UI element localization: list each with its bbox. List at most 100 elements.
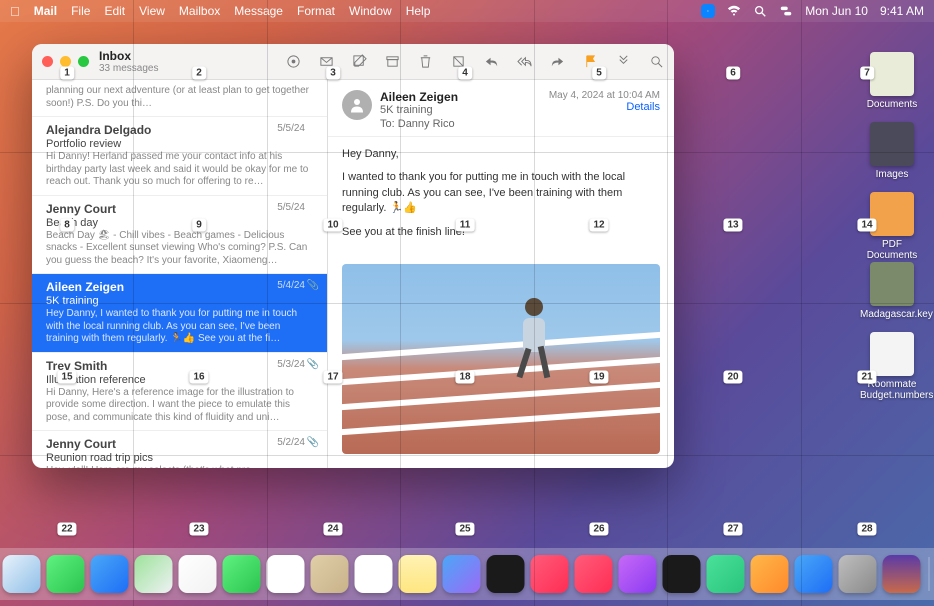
message-sender: Aileen Zeigen [46, 280, 315, 294]
dock-app-safari[interactable] [3, 555, 41, 593]
junk-icon[interactable] [451, 54, 466, 69]
message-row-preview: Beach Day 🏖 - Chill vibes - Beach games … [46, 230, 315, 268]
message-pane: May 4, 2024 at 10:04 AM Details Aileen Z… [328, 80, 674, 468]
message-row[interactable]: Jenny Court5/5/24Beach dayBeach Day 🏖 - … [32, 196, 327, 275]
dock-app-contacts[interactable] [311, 555, 349, 593]
dock-app-calendar[interactable] [267, 555, 305, 593]
desktop-item[interactable]: PDF Documents [860, 192, 924, 261]
trash-icon[interactable] [418, 54, 433, 69]
app-name[interactable]: Mail [34, 4, 57, 18]
message-details-link[interactable]: Details [549, 101, 660, 113]
message-row[interactable]: planning our next adventure (or at least… [32, 80, 327, 117]
menu-help[interactable]: Help [406, 4, 431, 18]
grid-label: 27 [723, 523, 742, 536]
to-label: To: [380, 118, 395, 130]
control-center-icon[interactable] [779, 4, 793, 18]
reply-all-icon[interactable] [517, 54, 532, 69]
spotlight-icon[interactable] [753, 4, 767, 18]
message-row-date: 5/4/24 [277, 280, 305, 291]
dock-app-maps[interactable] [135, 555, 173, 593]
menu-view[interactable]: View [139, 4, 165, 18]
message-row-subject: 5K training [46, 295, 315, 307]
desktop-item-label: Madagascar.key [860, 309, 924, 320]
message-row[interactable]: Aileen Zeigen5/4/24📎5K trainingHey Danny… [32, 274, 327, 353]
desktop-item[interactable]: Madagascar.key [860, 262, 924, 320]
dock-app-news[interactable] [575, 555, 613, 593]
more-icon[interactable] [616, 54, 631, 69]
dock-app-stocks[interactable] [663, 555, 701, 593]
message-row-date: 5/3/24 [277, 359, 305, 370]
dock-app-notes[interactable] [399, 555, 437, 593]
dock-app-mail[interactable] [91, 555, 129, 593]
attachment-icon: 📎 [307, 437, 319, 448]
menu-edit[interactable]: Edit [104, 4, 125, 18]
dock-app-numbers[interactable] [707, 555, 745, 593]
menu-file[interactable]: File [71, 4, 90, 18]
archive-icon[interactable] [385, 54, 400, 69]
message-row-preview: Hi Danny! Herland passed me your contact… [46, 151, 315, 189]
desktop-item-label: PDF Documents [860, 239, 924, 261]
body-line: See you at the finish line! [342, 225, 660, 240]
message-body: Hey Danny, I wanted to thank you for put… [328, 137, 674, 258]
dock-app-podcasts[interactable] [619, 555, 657, 593]
dock-app-facetime[interactable] [223, 555, 261, 593]
reply-icon[interactable] [484, 54, 499, 69]
message-row-subject: Portfolio review [46, 138, 315, 150]
inbox-count: 33 messages [99, 63, 158, 74]
dock-app-photos[interactable] [179, 555, 217, 593]
desktop-item[interactable]: Documents [860, 52, 924, 110]
dock-app-iphone-mirroring[interactable] [883, 555, 921, 593]
apple-menu-icon[interactable]:  [10, 4, 20, 19]
menubar-time[interactable]: 9:41 AM [880, 4, 924, 18]
search-icon[interactable] [649, 54, 664, 69]
dock-app-tv[interactable] [487, 555, 525, 593]
window-zoom-button[interactable] [78, 56, 89, 67]
folder-icon [870, 52, 914, 96]
window-minimize-button[interactable] [60, 56, 71, 67]
message-date: May 4, 2024 at 10:04 AM [549, 90, 660, 101]
window-close-button[interactable] [42, 56, 53, 67]
message-row-subject: Reunion road trip pics [46, 452, 315, 464]
envelope-icon[interactable] [319, 54, 334, 69]
voice-control-icon[interactable] [701, 4, 715, 18]
flag-icon[interactable] [583, 54, 598, 69]
body-line: I wanted to thank you for putting me in … [342, 170, 660, 216]
dock-app-reminders[interactable] [355, 555, 393, 593]
message-header: May 4, 2024 at 10:04 AM Details Aileen Z… [328, 80, 674, 137]
dock-app-freeform[interactable] [443, 555, 481, 593]
message-row[interactable]: Trev Smith5/3/24📎Illustration referenceH… [32, 353, 327, 432]
dock-app-appstore[interactable] [795, 555, 833, 593]
message-row-preview: Hey Danny, I wanted to thank you for put… [46, 308, 315, 346]
grid-label: 23 [189, 523, 208, 536]
desktop-item[interactable]: Roommate Budget.numbers [860, 332, 924, 401]
menu-mailbox[interactable]: Mailbox [179, 4, 220, 18]
message-row-subject: Illustration reference [46, 374, 315, 386]
menu-message[interactable]: Message [234, 4, 283, 18]
message-sender: Jenny Court [46, 437, 315, 451]
message-attachment-image[interactable] [342, 264, 660, 454]
message-row-preview: planning our next adventure (or at least… [46, 85, 315, 110]
grid-label: 24 [323, 523, 342, 536]
message-row-subject: Beach day [46, 217, 315, 229]
message-to: Danny Rico [398, 118, 455, 130]
dock-app-messages[interactable] [47, 555, 85, 593]
message-list[interactable]: planning our next adventure (or at least… [32, 80, 328, 468]
mail-window: Inbox 33 messages planning our next adve… [32, 44, 674, 468]
message-row[interactable]: Jenny Court5/2/24📎Reunion road trip pics… [32, 431, 327, 468]
grid-label: 25 [455, 523, 474, 536]
menubar-date[interactable]: Mon Jun 10 [805, 4, 868, 18]
folder-icon [870, 192, 914, 236]
message-row[interactable]: Alejandra Delgado5/5/24Portfolio reviewH… [32, 117, 327, 196]
compose-icon[interactable] [352, 54, 367, 69]
grid-label: 13 [723, 219, 742, 232]
dock-app-settings[interactable] [839, 555, 877, 593]
menu-format[interactable]: Format [297, 4, 335, 18]
desktop-item[interactable]: Images [860, 122, 924, 180]
forward-icon[interactable] [550, 54, 565, 69]
dock-app-music[interactable] [531, 555, 569, 593]
wifi-icon[interactable] [727, 4, 741, 18]
dock-app-pages[interactable] [751, 555, 789, 593]
filter-icon[interactable] [286, 54, 301, 69]
attachment-icon: 📎 [307, 359, 319, 370]
menu-window[interactable]: Window [349, 4, 392, 18]
